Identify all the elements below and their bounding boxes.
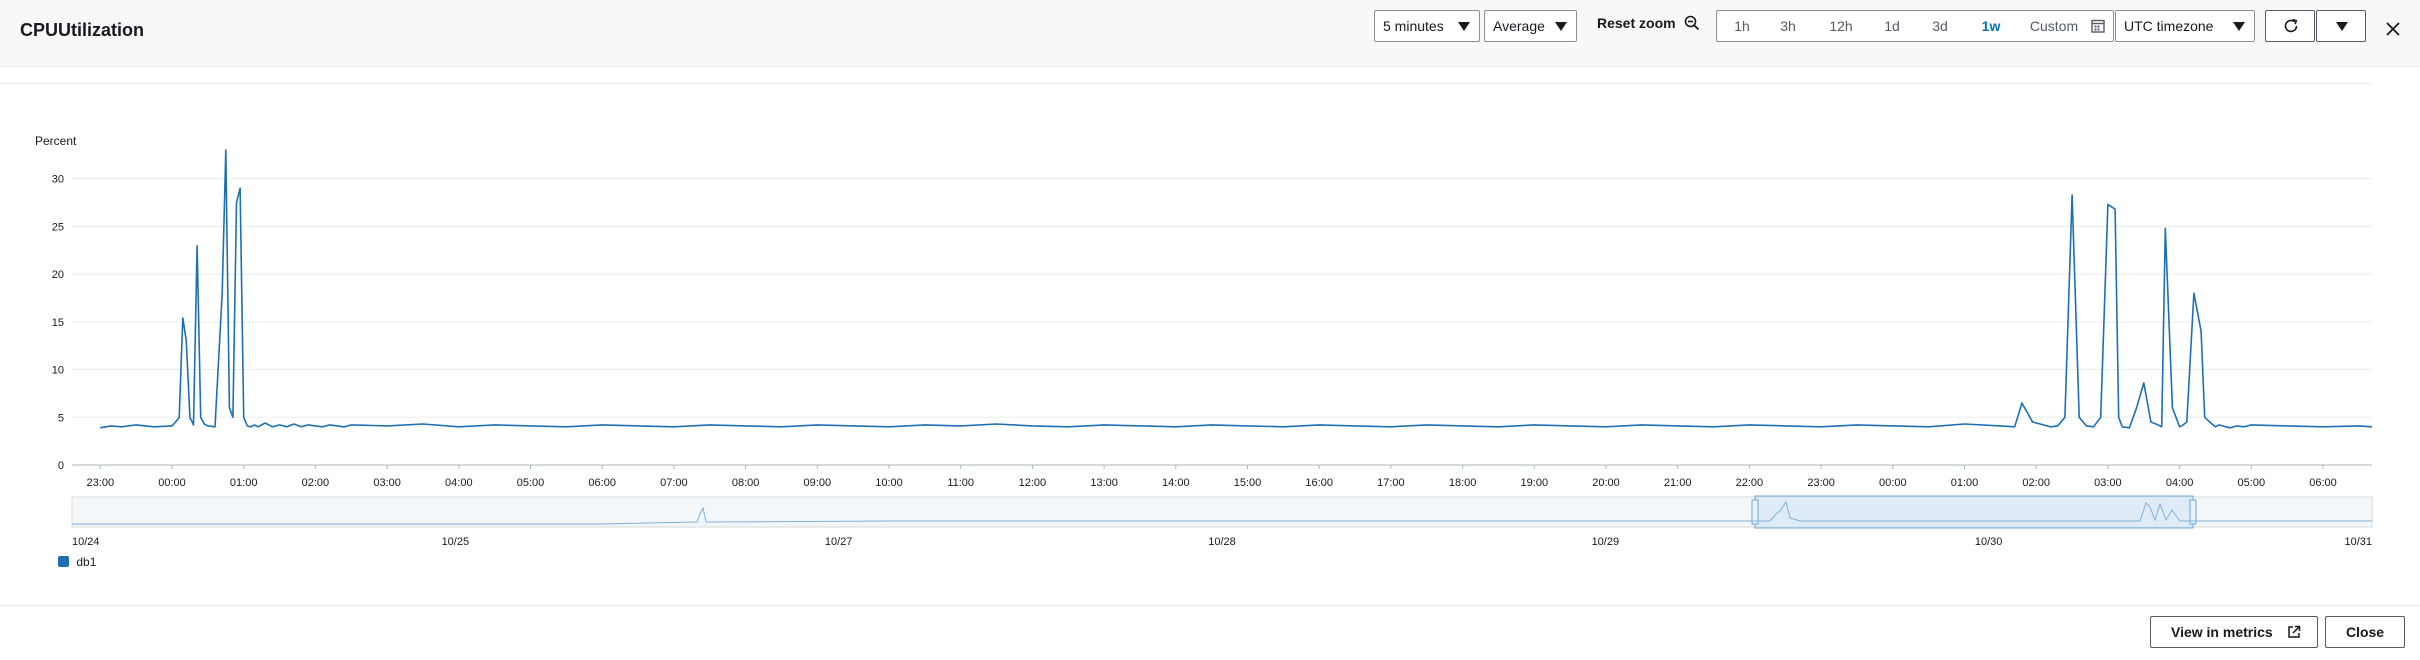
x-tick-label: 16:00 [1305, 477, 1333, 489]
y-tick-label: 25 [52, 221, 64, 233]
y-tick-label: 30 [52, 174, 64, 186]
date-tick-label: 10/27 [825, 536, 853, 548]
x-tick-label: 08:00 [732, 477, 760, 489]
date-tick-label: 10/25 [442, 536, 470, 548]
x-tick-label: 14:00 [1162, 477, 1190, 489]
x-tick-label: 00:00 [1879, 477, 1907, 489]
close-button[interactable]: Close [2325, 616, 2405, 648]
time-navigator[interactable] [71, 495, 2373, 529]
x-tick-label: 18:00 [1449, 477, 1477, 489]
x-tick-label: 17:00 [1377, 477, 1405, 489]
x-tick-label: 03:00 [373, 477, 401, 489]
view-in-metrics-label: View in metrics [2171, 624, 2273, 640]
x-tick-label: 13:00 [1090, 477, 1118, 489]
external-link-icon [2288, 625, 2301, 638]
x-tick-label: 23:00 [87, 477, 115, 489]
x-tick-label: 06:00 [2309, 477, 2337, 489]
legend-label[interactable]: db1 [76, 555, 96, 569]
navigator-selection[interactable] [1754, 495, 2194, 529]
chart-legend: db1 [58, 555, 96, 569]
y-tick-label: 15 [52, 317, 64, 329]
x-tick-label: 11:00 [947, 477, 974, 489]
x-tick-label: 02:00 [302, 477, 330, 489]
x-tick-label: 19:00 [1521, 477, 1549, 489]
x-tick-label: 00:00 [158, 477, 186, 489]
date-tick-label: 10/31 [2344, 536, 2372, 548]
x-tick-label: 22:00 [1736, 477, 1764, 489]
x-tick-label: 15:00 [1234, 477, 1262, 489]
y-tick-label: 5 [58, 412, 64, 424]
navigator-handle-left[interactable] [1751, 499, 1759, 525]
x-tick-label: 01:00 [1951, 477, 1979, 489]
y-tick-label: 0 [58, 460, 64, 472]
x-tick-label: 21:00 [1664, 477, 1692, 489]
x-tick-label: 04:00 [445, 477, 473, 489]
date-tick-label: 10/29 [1592, 536, 1620, 548]
x-tick-label: 23:00 [1807, 477, 1835, 489]
x-tick-label: 04:00 [2166, 477, 2194, 489]
y-tick-label: 20 [52, 269, 64, 281]
x-tick-label: 01:00 [230, 477, 258, 489]
x-tick-label: 20:00 [1592, 477, 1620, 489]
cpu-line-chart[interactable]: 0 5 10 15 20 25 30 23:00 00:00 01:00 02:00 03:00 04… [0, 0, 2420, 560]
date-tick-label: 10/30 [1975, 536, 2003, 548]
date-tick-label: 10/24 [72, 536, 100, 548]
x-tick-label: 09:00 [804, 477, 832, 489]
date-tick-label: 10/28 [1208, 536, 1236, 548]
view-in-metrics-button[interactable]: View in metrics [2150, 616, 2318, 648]
navigator-handle-right[interactable] [2189, 499, 2197, 525]
x-tick-label: 02:00 [2022, 477, 2050, 489]
x-tick-label: 07:00 [660, 477, 688, 489]
series-line-db1[interactable] [100, 149, 2373, 429]
y-tick-label: 10 [52, 365, 64, 377]
x-tick-label: 05:00 [517, 477, 545, 489]
x-tick-label: 06:00 [588, 477, 616, 489]
footer-divider [0, 605, 2420, 606]
x-tick-label: 03:00 [2094, 477, 2122, 489]
legend-swatch [58, 556, 69, 567]
x-tick-label: 05:00 [2238, 477, 2266, 489]
x-tick-label: 10:00 [875, 477, 903, 489]
x-tick-label: 12:00 [1019, 477, 1047, 489]
